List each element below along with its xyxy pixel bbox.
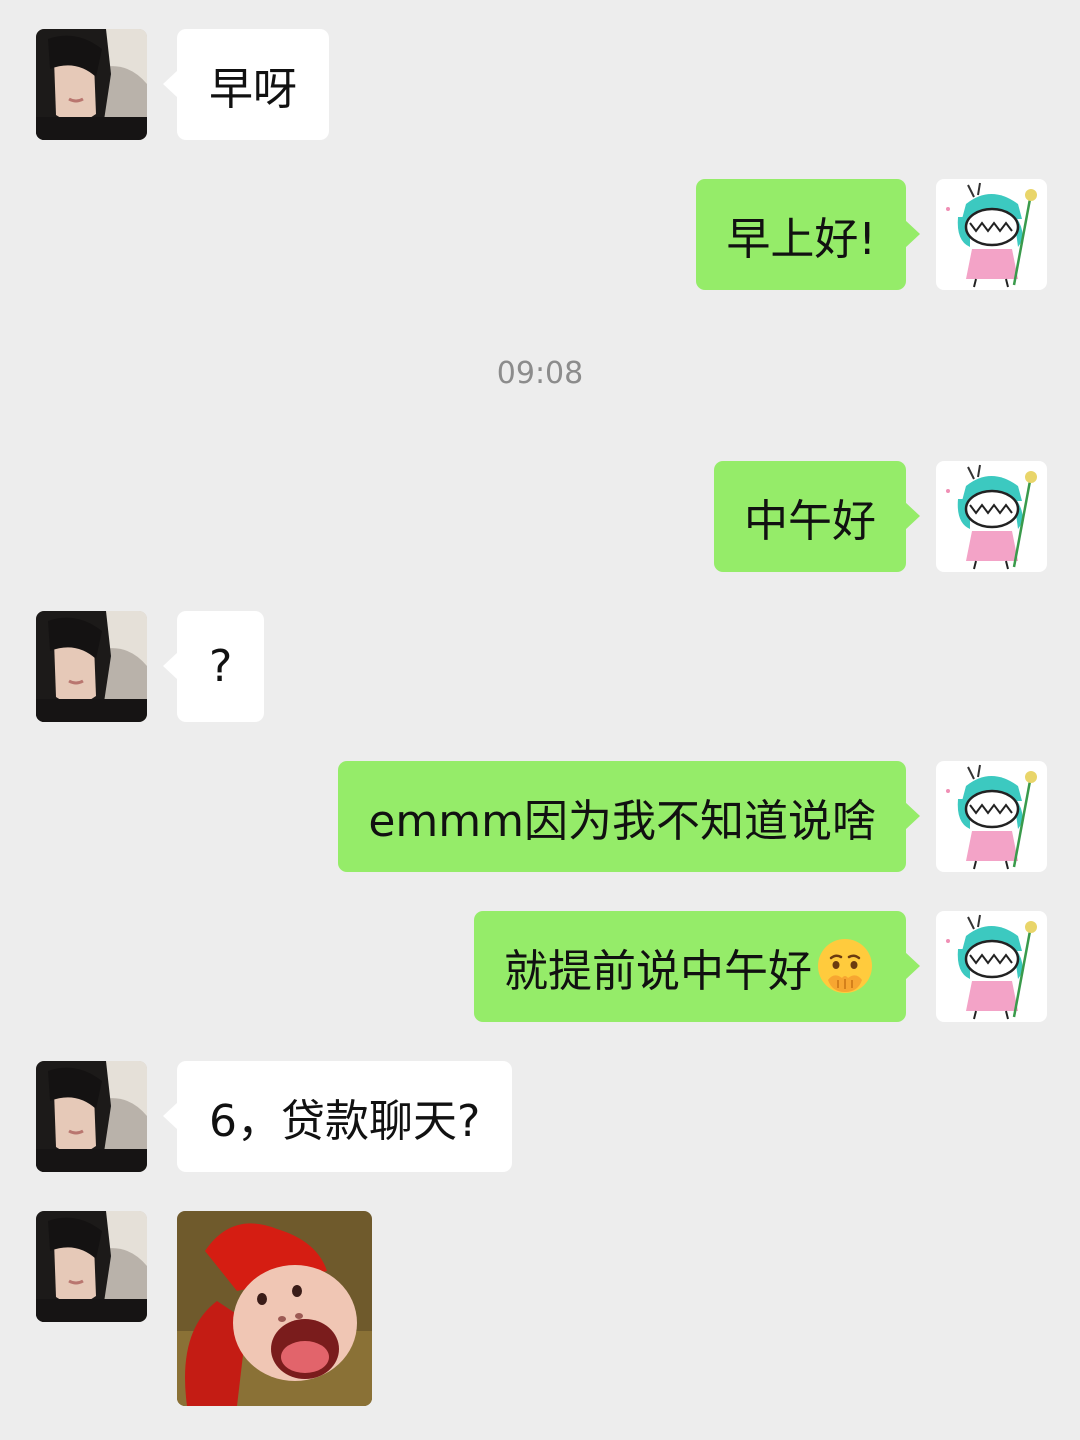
message-text: 6，贷款聊天? [209, 1095, 481, 1147]
message-text: emmm因为我不知道说啥 [368, 795, 876, 847]
contact-avatar[interactable] [36, 1061, 147, 1172]
incoming-message-bubble[interactable]: 6，贷款聊天? [162, 1061, 513, 1172]
outgoing-message-bubble[interactable]: 中午好 [714, 461, 920, 572]
message-timestamp: 09:08 [496, 356, 584, 391]
message-text: 中午好 [744, 495, 876, 547]
message-text: 早呀 [209, 63, 297, 115]
message-text: 早上好! [726, 213, 876, 265]
user-avatar[interactable] [936, 179, 1047, 290]
user-avatar[interactable] [936, 461, 1047, 572]
user-avatar[interactable] [936, 761, 1047, 872]
user-avatar[interactable] [936, 911, 1047, 1022]
contact-avatar[interactable] [36, 29, 147, 140]
message-text: 就提前说中午好 [504, 945, 812, 997]
contact-avatar[interactable] [36, 611, 147, 722]
screaming-pig-sticker[interactable] [177, 1211, 372, 1406]
pleading-face-hand-over-mouth-emoji [818, 938, 872, 993]
incoming-message-bubble[interactable]: ? [162, 611, 265, 722]
incoming-message-bubble[interactable]: 早呀 [163, 29, 329, 140]
contact-avatar[interactable] [36, 1211, 147, 1322]
outgoing-message-bubble[interactable]: 就提前说中午好 [474, 911, 920, 1022]
outgoing-message-bubble[interactable]: 早上好! [696, 179, 920, 290]
message-text: ? [209, 641, 233, 692]
outgoing-message-bubble[interactable]: emmm因为我不知道说啥 [338, 761, 920, 872]
